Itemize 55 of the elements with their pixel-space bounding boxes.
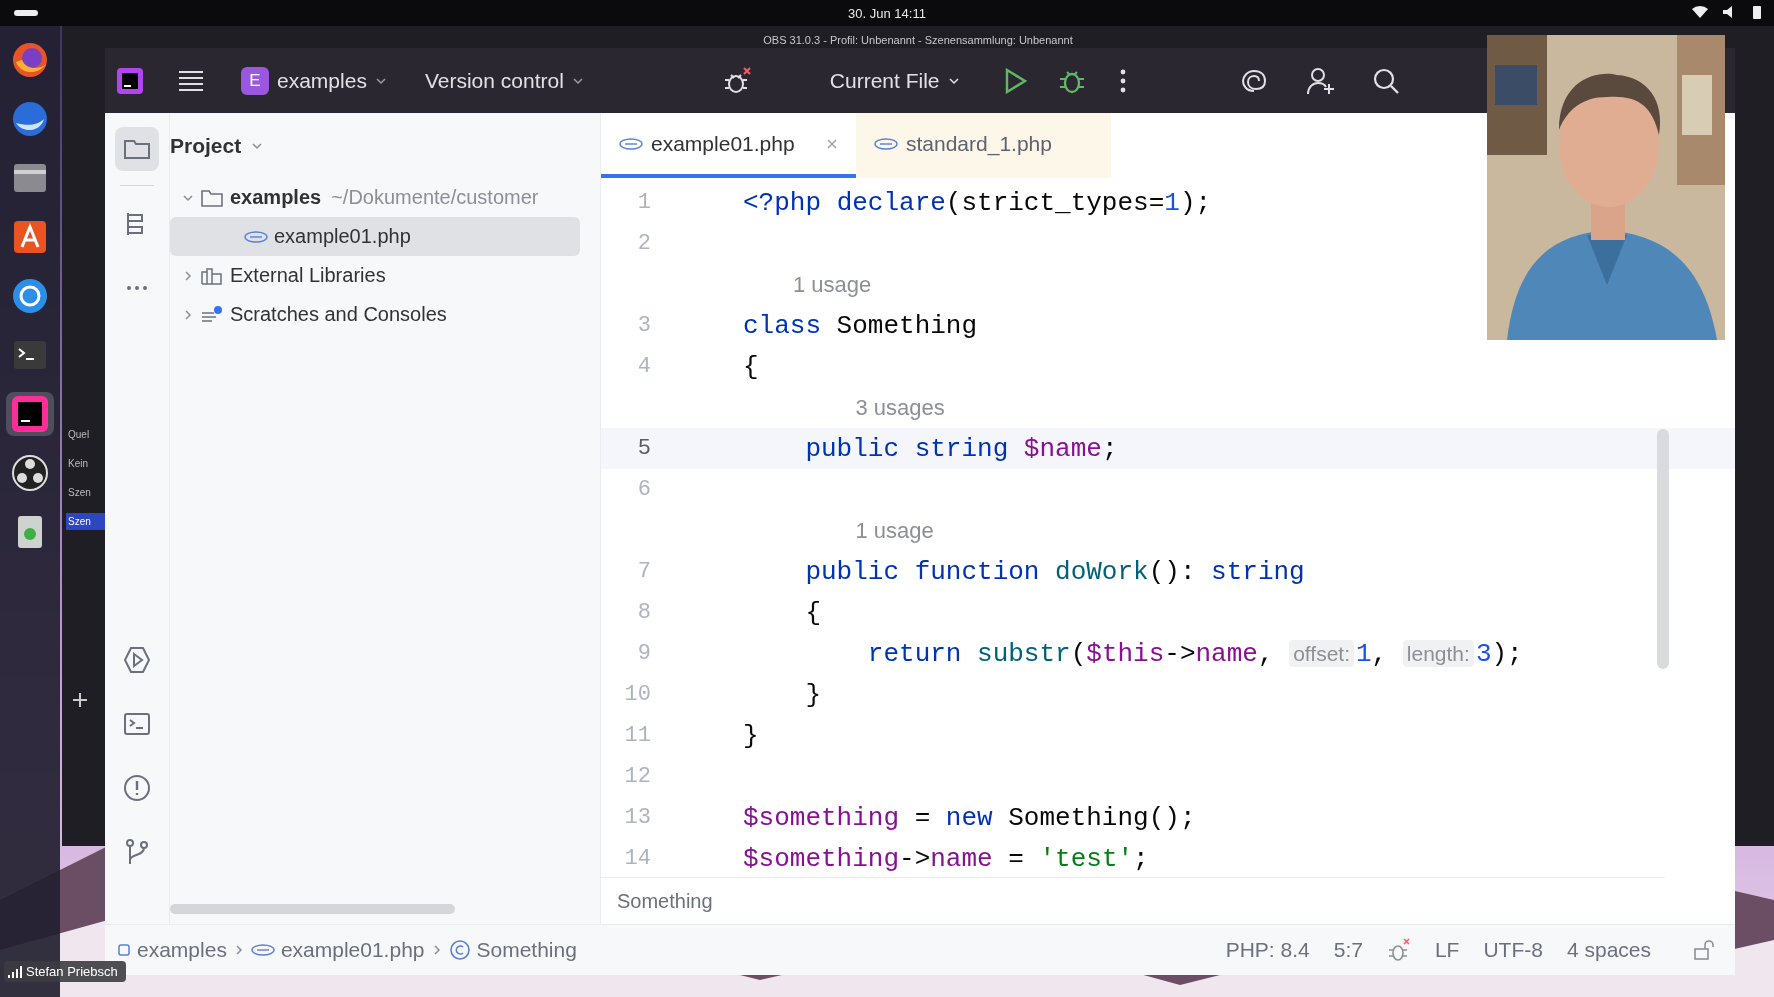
breadcrumb[interactable]: Something — [442, 934, 583, 966]
line-number: 12 — [623, 764, 651, 789]
breadcrumb[interactable]: Something — [617, 889, 713, 913]
breadcrumb[interactable]: examples — [111, 934, 233, 966]
status-item[interactable]: LF — [1422, 934, 1472, 966]
panel-title[interactable]: Project — [170, 133, 264, 158]
tree-item-label: External Libraries — [230, 264, 386, 287]
tree-item-label: Scratches and Consoles — [230, 303, 447, 326]
line-number: 13 — [623, 805, 651, 830]
code-line: <?php declare(strict_types=1); — [743, 187, 1212, 218]
scene-label[interactable]: Szen — [66, 484, 106, 501]
scene-label[interactable]: Szen — [66, 513, 106, 530]
scene-label[interactable]: Quel — [66, 426, 106, 443]
status-item[interactable]: 4 spaces — [1554, 934, 1663, 966]
version-control-menu[interactable]: Version control — [416, 62, 592, 99]
line-number: 3 — [636, 313, 651, 338]
status-item[interactable]: PHP: 8.4 — [1213, 934, 1322, 966]
editor-tab[interactable]: standard_1.php — [856, 113, 1111, 178]
line-number: 1 — [636, 190, 651, 215]
code-line: { — [804, 597, 821, 628]
tree-item-label: examples — [230, 186, 322, 209]
line-number: 7 — [636, 559, 651, 584]
tree-item-path: ~/Dokumente/customer — [331, 186, 539, 209]
code-line: $something->name = 'test'; — [743, 843, 1149, 874]
code-line: $something = new Something(); — [743, 802, 1196, 833]
code-line: class Something — [743, 310, 978, 341]
line-number: 5 — [636, 436, 651, 461]
code-line: return substr($this->name, offset: 1, length: 3); — [866, 638, 1523, 669]
line-number: 2 — [636, 231, 651, 256]
selected-tree-row[interactable]: example01.php — [170, 217, 580, 256]
code-line: public string $name; — [804, 433, 1118, 464]
line-number: 14 — [623, 846, 651, 871]
line-number: 10 — [623, 682, 651, 707]
tree-row[interactable]: Scratches and Consoles — [170, 295, 600, 334]
code-line: public function doWork(): string — [804, 556, 1305, 587]
scene-label[interactable]: Kein — [66, 455, 106, 472]
tree-row[interactable]: examples ~/Dokumente/customer — [170, 178, 600, 217]
code-line: { — [743, 351, 759, 382]
participant-name: Stefan Priebsch — [26, 964, 118, 979]
line-number: 4 — [636, 354, 651, 379]
window-title: OBS 31.0.3 - Profil: Unbenannt - Szenensammlung: Unbenannt — [762, 34, 1074, 46]
project-selector[interactable]: E examples — [233, 60, 395, 101]
status-item[interactable]: UTF-8 — [1471, 934, 1555, 966]
line-number: 8 — [636, 600, 651, 625]
run-configuration-menu[interactable]: Current File — [821, 62, 968, 99]
code-line: } — [743, 720, 759, 751]
tree-item-label: example01.php — [274, 225, 411, 248]
line-number: 9 — [636, 641, 651, 666]
line-number: 6 — [636, 477, 651, 502]
status-item[interactable]: 5:7 — [1321, 934, 1375, 966]
line-number: 11 — [623, 723, 651, 748]
clock[interactable]: 30. Jun 14:11 — [848, 5, 926, 21]
tree-row[interactable]: External Libraries — [170, 256, 600, 295]
code-line: } — [804, 679, 821, 710]
breadcrumb[interactable]: example01.php — [244, 934, 431, 966]
